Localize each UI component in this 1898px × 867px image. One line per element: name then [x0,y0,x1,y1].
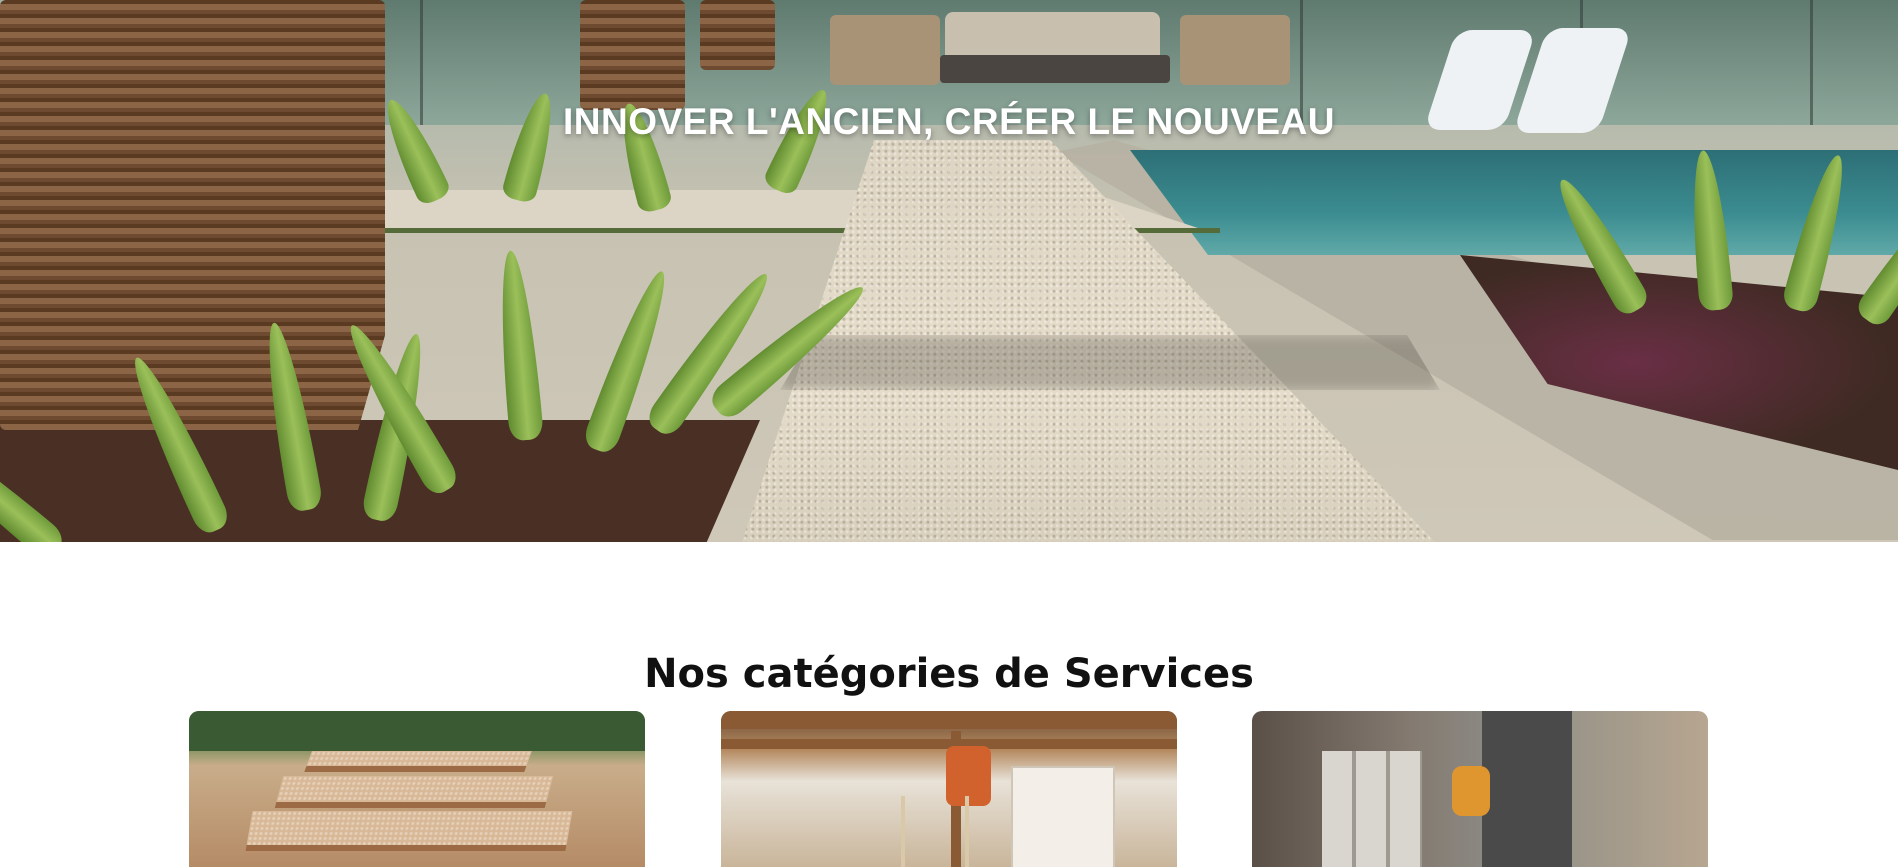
wicker-chair [830,15,940,85]
concrete-block-wall [1322,751,1422,867]
palm-trunk [580,0,685,110]
palm-trunk [0,0,385,430]
bookshelf [1011,766,1115,867]
hero-title: INNOVER L'ANCIEN, CRÉER LE NOUVEAU [562,100,1336,142]
wicker-chair [1180,15,1290,85]
stone-step [274,776,554,808]
service-card-masonry[interactable] [1252,711,1708,867]
palm-trunk [700,0,775,70]
services-heading: Nos catégories de Services [644,651,1254,698]
garden-foliage [189,711,645,751]
agave-leaf [493,249,544,442]
coffee-table [940,55,1170,83]
swimming-pool [1130,150,1898,255]
walkway-shadow [780,335,1440,390]
service-card-interior-renovation[interactable] [721,711,1177,867]
ladder [901,796,969,867]
hero-banner: INNOVER L'ANCIEN, CRÉER LE NOUVEAU [0,0,1898,542]
ceiling-beam [721,711,1177,729]
stone-step [245,811,573,851]
worker [1482,711,1572,867]
work-glove [1452,766,1490,816]
service-card-garden-steps[interactable] [189,711,645,867]
